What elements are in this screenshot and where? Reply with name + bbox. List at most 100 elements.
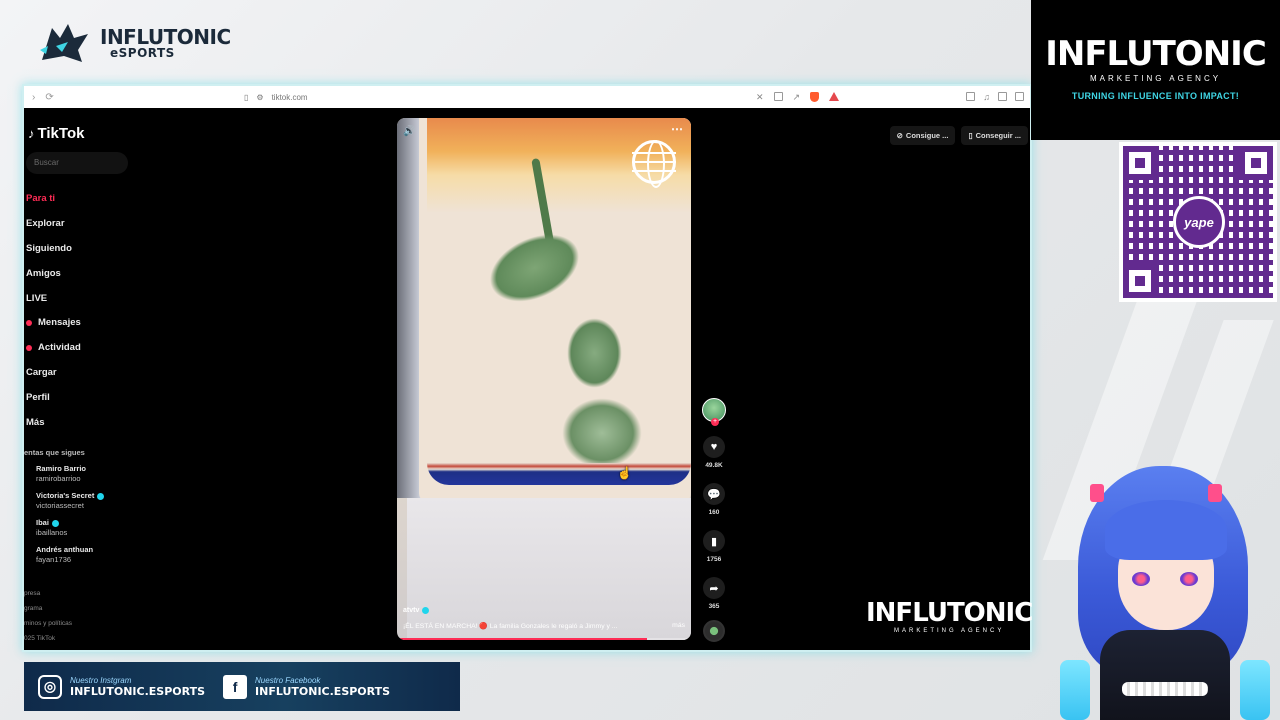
menu-label: Explorar <box>26 217 65 229</box>
caption-more-link[interactable]: más <box>672 622 685 630</box>
tiktok-sidebar: ♪ TikTok Buscar Para ti Explorar Siguien… <box>24 108 154 650</box>
music-icon[interactable]: ♫ <box>983 92 990 102</box>
bookmark-icon[interactable]: ▯ <box>244 93 248 102</box>
save-count: 1756 <box>706 556 722 563</box>
vtuber-body <box>1100 630 1230 720</box>
menu-item-mensajes[interactable]: Mensajes <box>24 310 81 335</box>
button-label: Conseguir ... <box>975 131 1021 140</box>
video-caption: ¡ÉL ESTÁ EN MARCHA! 🔴 La familia Gonzale… <box>403 622 685 630</box>
footer-link[interactable]: grama <box>24 601 72 616</box>
menu-label: Mensajes <box>38 317 81 329</box>
get-app-button[interactable]: ▯ Conseguir ... <box>961 126 1028 145</box>
following-list: Ramiro Barrio ramirobarrioo Victoria's S… <box>36 464 105 572</box>
footer-link[interactable]: presa <box>24 586 72 601</box>
vtuber-avatar <box>1060 460 1270 720</box>
comment-icon[interactable]: 💬 <box>703 483 725 505</box>
verified-icon <box>422 607 430 614</box>
comment-count: 160 <box>708 509 720 516</box>
share-icon[interactable]: ↗ <box>793 92 801 103</box>
main-menu: Para ti Explorar Siguiendo Amigos LIVE M… <box>24 186 81 435</box>
video-progress-bar[interactable] <box>397 638 691 640</box>
share-action[interactable]: ➦ 365 <box>703 577 725 610</box>
copyright: 025 TikTok <box>24 635 56 642</box>
brave-shield-icon[interactable] <box>810 91 820 102</box>
brand-tagline: TURNING INFLUENCE INTO IMPACT! <box>1071 91 1240 101</box>
video-progress-fill <box>397 638 647 640</box>
following-account[interactable]: Victoria's Secret victoriassecret <box>36 491 105 511</box>
video-author[interactable]: atvtv <box>403 607 430 614</box>
menu-label: Más <box>26 416 45 428</box>
button-label: Consigue ... <box>905 131 949 140</box>
yape-logo: yape <box>1173 196 1225 248</box>
author-name: atvtv <box>403 607 420 614</box>
account-name: Andrés anthuan <box>36 545 94 554</box>
reload-icon[interactable]: ⟳ <box>45 92 53 103</box>
menu-item-mas[interactable]: Más <box>24 410 81 435</box>
menu-item-actividad[interactable]: Actividad <box>24 335 81 360</box>
get-coins-button[interactable]: ⊘ Consigue ... <box>889 126 956 145</box>
video-pants <box>407 498 691 640</box>
following-account[interactable]: Ramiro Barrio ramirobarrioo <box>36 464 104 484</box>
save-action[interactable]: ▮ 1756 <box>703 530 725 563</box>
menu-item-para-ti[interactable]: Para ti <box>24 186 81 211</box>
heart-icon[interactable]: ♥ <box>703 436 725 458</box>
forward-icon[interactable]: › <box>32 92 35 103</box>
tiktok-logo[interactable]: ♪ TikTok <box>28 125 84 142</box>
rewards-icon[interactable] <box>829 91 840 101</box>
extensions-icon[interactable] <box>1015 92 1024 101</box>
cast-icon[interactable] <box>773 91 783 101</box>
browser-window: › ⟳ ▯ ⚙ tiktok.com ✕ ↗ ♫ ♪ TikTok Buscar… <box>22 84 1032 652</box>
more-options-icon[interactable]: ⋯ <box>671 122 683 136</box>
social-title: Nuestro Facebook <box>255 675 321 685</box>
bookmark-icon[interactable]: ▮ <box>703 530 725 552</box>
social-facebook: f Nuestro Facebook INFLUTONIC.ESPORTS <box>223 674 391 699</box>
following-account[interactable]: Ibai ibaillanos <box>36 518 104 538</box>
vtuber-bangs <box>1105 500 1227 560</box>
menu-label: Cargar <box>26 367 57 379</box>
brand-sub: eSPORTS <box>110 46 175 60</box>
creator-avatar[interactable]: + <box>702 398 726 426</box>
video-player[interactable]: 🔊 ⋯ ☝ atvtv ¡ÉL ESTÁ EN MARCHA! 🔴 La fam… <box>397 118 691 640</box>
vtuber-ribbon <box>1090 484 1104 502</box>
account-name: Ramiro Barrio <box>36 464 87 473</box>
menu-item-perfil[interactable]: Perfil <box>24 385 81 410</box>
qr-finder <box>1239 146 1273 180</box>
like-action[interactable]: ♥ 49.8K <box>703 436 725 469</box>
yape-qr-code: yape <box>1119 142 1277 302</box>
menu-item-live[interactable]: LIVE <box>24 286 81 311</box>
vtuber-collar <box>1122 682 1208 696</box>
instagram-icon: ◎ <box>38 674 62 699</box>
following-account[interactable]: Andrés anthuan fayan1736 <box>36 545 104 565</box>
vtuber-eye <box>1180 572 1198 586</box>
music-disc-icon[interactable] <box>703 620 725 642</box>
coin-icon: ⊘ <box>896 131 903 140</box>
menu-item-cargar[interactable]: Cargar <box>24 360 81 385</box>
share-arrow-icon[interactable]: ➦ <box>703 577 725 599</box>
verified-icon <box>97 492 105 500</box>
social-handle: INFLUTONIC.ESPORTS <box>255 684 391 698</box>
video-cactus-leaf <box>562 398 642 468</box>
tab-icon[interactable] <box>998 92 1007 101</box>
vtuber-sleeve <box>1060 660 1090 720</box>
mute-icon[interactable]: ✕ <box>756 92 764 103</box>
social-bar: ◎ Nuestro Instgram INFLUTONIC.ESPORTS f … <box>24 662 460 711</box>
menu-item-siguiendo[interactable]: Siguiendo <box>24 236 81 261</box>
sidebar-toggle-icon[interactable] <box>966 92 976 101</box>
volume-icon[interactable]: 🔊 <box>403 126 415 137</box>
social-title: Nuestro Instgram <box>70 675 132 685</box>
site-info-icon[interactable]: ⚙ <box>256 93 263 102</box>
url-text[interactable]: tiktok.com <box>272 93 308 102</box>
menu-item-explorar[interactable]: Explorar <box>24 211 81 236</box>
menu-item-amigos[interactable]: Amigos <box>24 261 81 286</box>
search-input[interactable]: Buscar <box>26 152 128 174</box>
notification-dot <box>26 319 32 326</box>
address-bar: › ⟳ ▯ ⚙ tiktok.com ✕ ↗ ♫ <box>24 86 1030 108</box>
brand-name: INFLUTONIC <box>100 25 231 49</box>
video-cactus-leaf <box>567 318 622 388</box>
follow-plus-icon[interactable]: + <box>711 418 719 426</box>
globe-watermark-icon <box>632 140 676 188</box>
top-actions: ⊘ Consigue ... ▯ Conseguir ... <box>889 126 1028 145</box>
vtuber-eye <box>1132 572 1150 586</box>
footer-link[interactable]: minos y políticas <box>24 616 72 631</box>
comment-action[interactable]: 💬 160 <box>703 483 725 516</box>
